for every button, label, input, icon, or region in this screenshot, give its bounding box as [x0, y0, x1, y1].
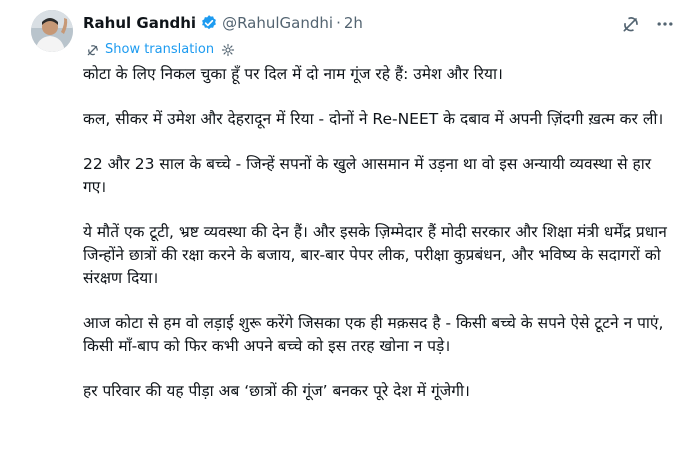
avatar-photo: [31, 10, 73, 52]
author-display-name[interactable]: Rahul Gandhi: [83, 13, 196, 33]
post-paragraph: ये मौतें एक टूटी, भ्रष्ट व्यवस्था की देन…: [83, 223, 667, 287]
author-handle[interactable]: @RahulGandhi: [222, 13, 333, 33]
post-paragraph: आज कोटा से हम वो लड़ाई शुरू करेंगे जिसका…: [83, 314, 664, 355]
post-paragraph: कल, सीकर में उमेश और देहरादून में रिया -…: [83, 110, 664, 128]
verified-badge-icon: [200, 14, 218, 32]
post-paragraph: हर परिवार की यह पीड़ा अब ‘छात्रों की गूं…: [83, 382, 470, 400]
translate-icon: [86, 43, 100, 57]
post-header: Rahul Gandhi @RahulGandhi · 2h: [83, 13, 363, 33]
post-timestamp[interactable]: 2h: [344, 13, 363, 33]
post-actions: [621, 14, 675, 34]
post-paragraph: कोटा के लिए निकल चुका हूँ पर दिल में दो …: [83, 65, 503, 83]
settings-gear-icon[interactable]: [221, 43, 235, 57]
meta-separator: ·: [336, 14, 341, 32]
grok-icon[interactable]: [621, 14, 641, 34]
show-translation-link[interactable]: Show translation: [105, 41, 214, 59]
translation-bar: Show translation: [86, 41, 235, 59]
post-text: कोटा के लिए निकल चुका हूँ पर दिल में दो …: [83, 63, 673, 425]
more-options-icon[interactable]: [655, 14, 675, 34]
avatar[interactable]: [31, 10, 73, 52]
post-paragraph: 22 और 23 साल के बच्चे - जिन्हें सपनों के…: [83, 155, 652, 196]
